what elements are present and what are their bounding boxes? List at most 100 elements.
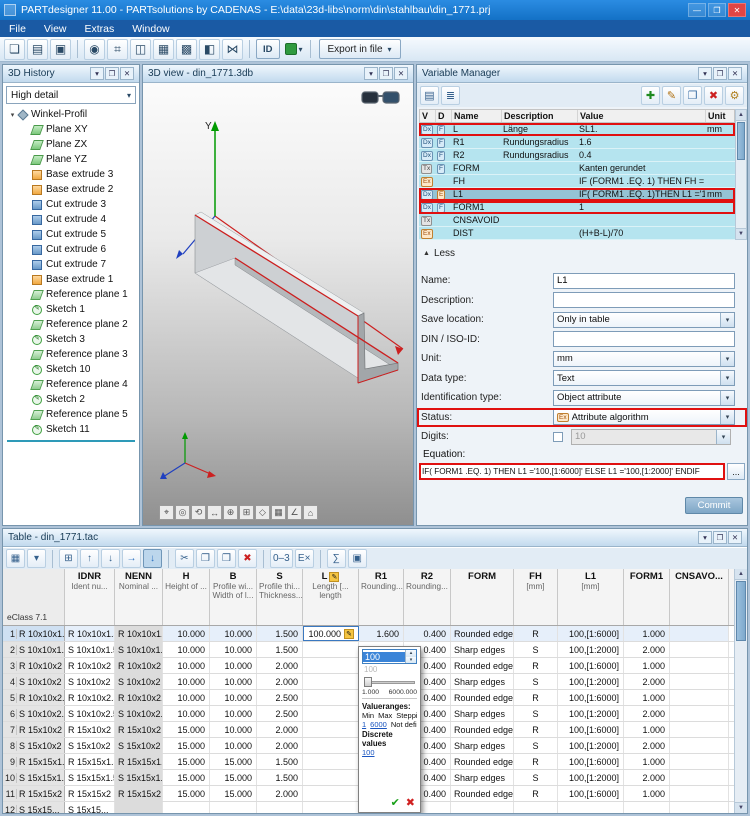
insert-row-icon[interactable]: ⊞ xyxy=(59,549,78,568)
row-header[interactable]: 9R 15x15x1.5 xyxy=(3,754,65,769)
panel-menu-button[interactable]: ▾ xyxy=(364,67,378,80)
cell-fh[interactable]: S xyxy=(514,738,558,753)
cell-l[interactable] xyxy=(303,658,359,673)
language-flag-select[interactable]: ▾ xyxy=(285,43,303,55)
cell-idnr[interactable]: S 10x10x2 xyxy=(65,674,115,689)
tree-item-reference-plane-3[interactable]: Reference plane 3 xyxy=(3,347,139,362)
variable-row-r2[interactable]: DxFR2Rundungsradius0.4 xyxy=(419,149,735,162)
cell-nenn[interactable]: S 10x10x1.5 xyxy=(115,642,163,657)
cell-idnr[interactable]: R 15x15x1.5 xyxy=(65,754,115,769)
cell-form[interactable]: Rounded edges xyxy=(451,626,514,641)
cell-nenn[interactable]: R 15x15x1.5 xyxy=(115,754,163,769)
row-header[interactable]: 12S 15x15... xyxy=(3,802,65,813)
column-header-h[interactable]: HHeight of ... xyxy=(163,569,210,625)
cell-form[interactable]: Rounded edges xyxy=(451,754,514,769)
cell-b[interactable]: 10.000 xyxy=(210,706,257,721)
row-header[interactable]: 7R 15x10x2 xyxy=(3,722,65,737)
value-input[interactable]: 100 ▴▾ xyxy=(362,649,417,664)
cell-fh[interactable]: R xyxy=(514,626,558,641)
cell-form1[interactable]: 2.000 xyxy=(624,674,670,689)
section-view-icon[interactable]: ◫ xyxy=(130,39,151,60)
row-header[interactable]: 5R 10x10x2.5 xyxy=(3,690,65,705)
cell-b[interactable]: 10.000 xyxy=(210,674,257,689)
paste-icon[interactable]: ❒ xyxy=(217,549,236,568)
scroll-down-icon[interactable]: ▼ xyxy=(735,802,747,813)
row-header[interactable]: 3R 10x10x2 xyxy=(3,658,65,673)
cell-b[interactable]: 10.000 xyxy=(210,722,257,737)
cell-l1[interactable]: 100,[1:6000] xyxy=(558,722,624,737)
tree-item-base-extrude-2[interactable]: Base extrude 2 xyxy=(3,182,139,197)
cell-b[interactable]: 10.000 xyxy=(210,658,257,673)
spinner-buttons[interactable]: ▴▾ xyxy=(405,650,416,663)
cell-form[interactable]: Rounded edges xyxy=(451,722,514,737)
cell-l[interactable] xyxy=(303,706,359,721)
panel-menu-button[interactable]: ▾ xyxy=(90,67,104,80)
cell-form[interactable]: Sharp edges xyxy=(451,674,514,689)
row-header[interactable]: 6S 10x10x2.5 xyxy=(3,706,65,721)
save-table-icon[interactable]: ▣ xyxy=(348,549,367,568)
cell-form[interactable]: Sharp edges xyxy=(451,642,514,657)
variable-row-dist[interactable]: ExDIST(H+B-L)/70 xyxy=(419,227,735,240)
variable-row-form1[interactable]: DxFFORM11 xyxy=(419,201,735,214)
cell-l1[interactable]: 100,[1:2000] xyxy=(558,674,624,689)
cell-s[interactable]: 1.500 xyxy=(257,770,303,785)
commit-button[interactable]: Commit xyxy=(685,497,743,514)
identification-type-select[interactable]: Object attribute▾ xyxy=(553,390,735,406)
cell-form1[interactable] xyxy=(624,802,670,813)
cell-l[interactable] xyxy=(303,786,359,801)
cell-form1[interactable]: 1.000 xyxy=(624,690,670,705)
delete-icon[interactable]: ✖ xyxy=(238,549,257,568)
screenshot-icon[interactable]: ◉ xyxy=(84,39,105,60)
shading-toggle-icon[interactable]: ▦ xyxy=(271,505,286,520)
cell-l1[interactable]: 100,[1:2000] xyxy=(558,770,624,785)
maximize-button[interactable]: ❐ xyxy=(708,3,726,17)
scroll-down-icon[interactable]: ▼ xyxy=(736,228,746,239)
cell-h[interactable]: 10.000 xyxy=(163,658,210,673)
cell-cns[interactable] xyxy=(670,754,729,769)
variable-row-l1[interactable]: DxEL1IF( FORM1 .EQ. 1)THEN L1 ='1...mm xyxy=(419,188,735,201)
digits-input[interactable]: 10▾ xyxy=(571,429,731,445)
discrete-value-link[interactable]: 100 xyxy=(362,748,375,757)
description-field[interactable] xyxy=(553,292,735,308)
3d-glasses-icon[interactable] xyxy=(361,88,401,108)
cell-nenn[interactable]: S 10x10x2.5 xyxy=(115,706,163,721)
cell-cns[interactable] xyxy=(670,738,729,753)
cell-idnr[interactable]: S 10x10x2.5 xyxy=(65,706,115,721)
cell-l[interactable] xyxy=(303,690,359,705)
cell-h[interactable]: 15.000 xyxy=(163,738,210,753)
cell-form[interactable]: Rounded edges xyxy=(451,786,514,801)
spin-down-icon[interactable]: ▾ xyxy=(406,657,416,664)
transfer-right-icon[interactable]: → xyxy=(122,549,141,568)
menu-window[interactable]: Window xyxy=(123,20,178,37)
grid-toggle-icon[interactable]: ⊞ xyxy=(239,505,254,520)
column-header-fh[interactable]: FH[mm] xyxy=(514,569,558,625)
cell-cns[interactable] xyxy=(670,802,729,813)
panel-menu-button[interactable]: ▾ xyxy=(698,531,712,544)
tree-item-reference-plane-1[interactable]: Reference plane 1 xyxy=(3,287,139,302)
cell-nenn[interactable]: R 10x10x2.5 xyxy=(115,690,163,705)
variable-row-form[interactable]: TxFFORMKanten gerundet xyxy=(419,162,735,175)
cell-form1[interactable]: 1.000 xyxy=(624,722,670,737)
cell-b[interactable] xyxy=(210,802,257,813)
copy-icon[interactable]: ❐ xyxy=(196,549,215,568)
row-header[interactable]: 1R 10x10x1.5 xyxy=(3,626,65,641)
confirm-button[interactable]: ✔ xyxy=(391,796,400,809)
cell-b[interactable]: 15.000 xyxy=(210,786,257,801)
table-options-icon[interactable]: ▦ xyxy=(6,549,25,568)
scroll-up-icon[interactable]: ▲ xyxy=(736,110,746,121)
tree-item-cut-extrude-6[interactable]: Cut extrude 6 xyxy=(3,242,139,257)
cell-h[interactable] xyxy=(163,802,210,813)
menu-view[interactable]: View xyxy=(35,20,76,37)
cell-nenn[interactable] xyxy=(115,802,163,813)
close-button[interactable]: ✕ xyxy=(728,3,746,17)
scroll-up-icon[interactable]: ▲ xyxy=(735,569,747,580)
column-header-nenn[interactable]: NENNNominal ... xyxy=(115,569,163,625)
cell-form[interactable]: Sharp edges xyxy=(451,770,514,785)
max-value-link[interactable]: 6000 xyxy=(370,720,387,729)
menu-extras[interactable]: Extras xyxy=(76,20,124,37)
cell-form[interactable]: Sharp edges xyxy=(451,706,514,721)
variable-row-cnsavoid[interactable]: TxCNSAVOID xyxy=(419,214,735,227)
cell-fh[interactable]: R xyxy=(514,722,558,737)
measure-icon[interactable]: ⌗ xyxy=(107,39,128,60)
cell-l1[interactable]: 100,[1:6000] xyxy=(558,658,624,673)
